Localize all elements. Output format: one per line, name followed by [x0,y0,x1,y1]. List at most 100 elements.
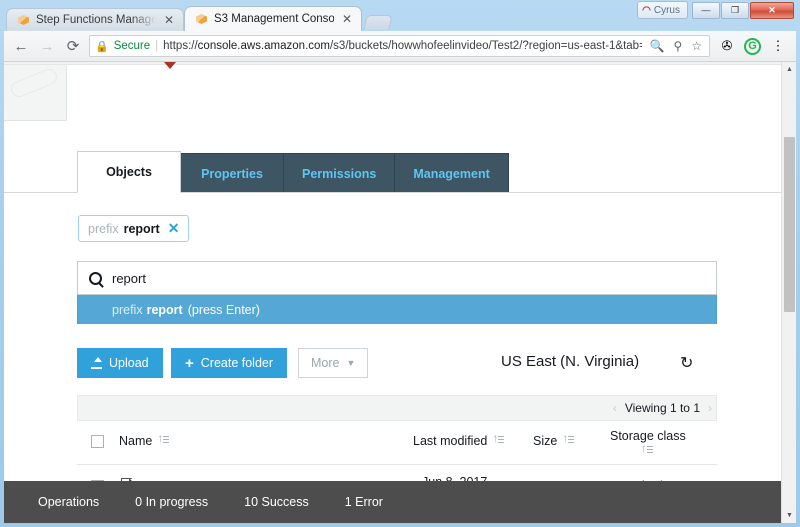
status-title[interactable]: Operations [38,495,99,509]
more-button-label: More [311,356,340,370]
forward-icon[interactable]: → [37,36,57,56]
pocket-icon[interactable]: ✇ [716,35,738,57]
url-path: /s3/buckets/howwhofeelinvideo/Test2/?reg… [329,40,643,52]
browser-tab-s3-console[interactable]: S3 Management Console ✕ [184,6,362,31]
column-header-name[interactable]: Name [119,431,170,448]
chrome-menu-icon[interactable]: ⋮ [767,35,789,57]
url-text: https://console.aws.amazon.com/s3/bucket… [163,40,642,52]
suggestion-hint: (press Enter) [187,302,260,317]
sort-ascending-icon[interactable] [641,441,654,456]
search-suggestion-item[interactable]: prefix report (press Enter) [77,295,717,324]
column-header-last-modified[interactable]: Last modified [413,431,505,448]
filter-chip-key: prefix [88,221,119,236]
scroll-down-icon[interactable]: ▼ [782,508,796,523]
sort-ascending-icon[interactable] [562,431,575,446]
secure-label: Secure [113,40,151,52]
browser-tab-title: S3 Management Console [214,13,334,25]
tab-management[interactable]: Management [394,153,509,193]
more-button[interactable]: More ▼ [298,348,369,378]
region-label: US East (N. Virginia) [501,353,640,370]
search-icon [89,271,102,285]
pager-top: ‹ Viewing 1 to 1 › [77,395,717,421]
s3-console-page: Objects Properties Permissions Managemen… [4,62,796,523]
window-controls: — ❐ ✕ [692,2,794,19]
aws-smile-icon: ◠ [642,4,651,16]
aws-cube-icon [196,13,208,25]
star-icon[interactable]: ☆ [689,39,704,53]
browser-tabstrip: Step Functions Managem ✕ S3 Management C… [6,5,393,31]
minimize-button[interactable]: — [692,2,720,19]
pager-text: Viewing 1 to 1 [624,401,700,415]
close-icon[interactable]: ✕ [342,12,352,26]
scrollbar-thumb[interactable] [784,137,795,312]
select-all-checkbox[interactable] [91,435,104,448]
close-icon[interactable]: ✕ [168,220,180,237]
plus-icon: + [185,354,194,372]
operations-status-bar: Operations 0 In progress 10 Success 1 Er… [4,481,796,523]
reload-icon[interactable]: ⟳ [63,36,83,56]
column-label: Size [533,434,558,448]
pager-prev-icon[interactable]: ‹ [613,401,617,415]
grammarly-icon[interactable]: G [744,37,761,55]
tab-label: Permissions [302,166,377,181]
refresh-icon[interactable]: ↻ [680,356,693,372]
tab-label: Objects [106,165,152,179]
column-header-size[interactable]: Size [533,431,575,448]
page-viewport: Objects Properties Permissions Managemen… [4,62,796,523]
upload-icon [91,357,102,369]
tab-label: Properties [201,166,263,181]
chevron-down-icon: ▼ [346,358,356,368]
upload-button-label: Upload [109,356,149,370]
tab-properties[interactable]: Properties [180,153,284,193]
suggestion-key: prefix [112,302,143,317]
pager-next-icon[interactable]: › [708,401,712,415]
back-icon[interactable]: ← [11,36,31,56]
prefix-filter-chip[interactable]: prefix report ✕ [78,215,190,242]
column-header-storage-class[interactable]: Storage class [610,429,686,456]
key-icon[interactable]: ⚲ [671,39,684,53]
status-in-progress[interactable]: 0 In progress [135,495,208,509]
browser-tab-step-functions[interactable]: Step Functions Managem ✕ [6,8,184,31]
omnibox-separator: | [155,40,159,52]
search-input-value: report [112,270,146,286]
browser-toolbar: ← → ⟳ 🔒 Secure | https://console.aws.ama… [4,31,796,62]
status-error[interactable]: 1 Error [345,495,383,509]
suggestion-value: report [146,302,183,317]
sort-ascending-icon[interactable] [492,431,505,446]
column-label: Storage class [610,429,686,443]
tab-label: Management [413,166,490,181]
table-header: Name Last modified Size Storage class [77,421,717,465]
url-prefix: https:// [163,40,198,52]
filter-chip-value: report [123,221,160,236]
status-success[interactable]: 10 Success [244,495,309,509]
create-folder-button[interactable]: + Create folder [171,348,288,378]
breadcrumb-marker-icon [164,62,176,69]
aws-cube-icon [18,14,30,26]
browser-profile-button[interactable]: ◠ Cyrus [637,1,688,19]
page-left-panel [4,65,67,121]
magnifier-icon[interactable]: 🔍 [647,39,666,53]
maximize-button[interactable]: ❐ [721,2,749,19]
upload-button[interactable]: Upload [77,348,163,378]
console-tabs: Objects Properties Permissions Managemen… [77,151,509,193]
lock-icon: 🔒 [95,40,109,53]
url-host: console.aws.amazon.com [197,40,330,52]
close-button[interactable]: ✕ [750,2,794,19]
create-folder-button-label: Create folder [200,356,274,370]
column-label: Last modified [413,434,488,448]
scroll-up-icon[interactable]: ▲ [782,62,796,77]
browser-tab-title: Step Functions Managem [36,14,156,26]
sort-ascending-icon[interactable] [157,431,170,446]
tab-permissions[interactable]: Permissions [283,153,396,193]
address-bar[interactable]: 🔒 Secure | https://console.aws.amazon.co… [89,35,710,57]
column-label: Name [119,434,153,448]
page-top-strip [4,62,781,65]
close-icon[interactable]: ✕ [164,13,174,27]
page-scrollbar[interactable]: ▲ ▼ [781,62,796,523]
window-titlebar: Step Functions Managem ✕ S3 Management C… [0,0,800,31]
tab-objects[interactable]: Objects [77,151,181,193]
new-tab-button[interactable] [363,15,393,30]
profile-name: Cyrus [653,4,680,16]
search-input[interactable]: report [77,261,717,295]
os-window: Step Functions Managem ✕ S3 Management C… [0,0,800,527]
